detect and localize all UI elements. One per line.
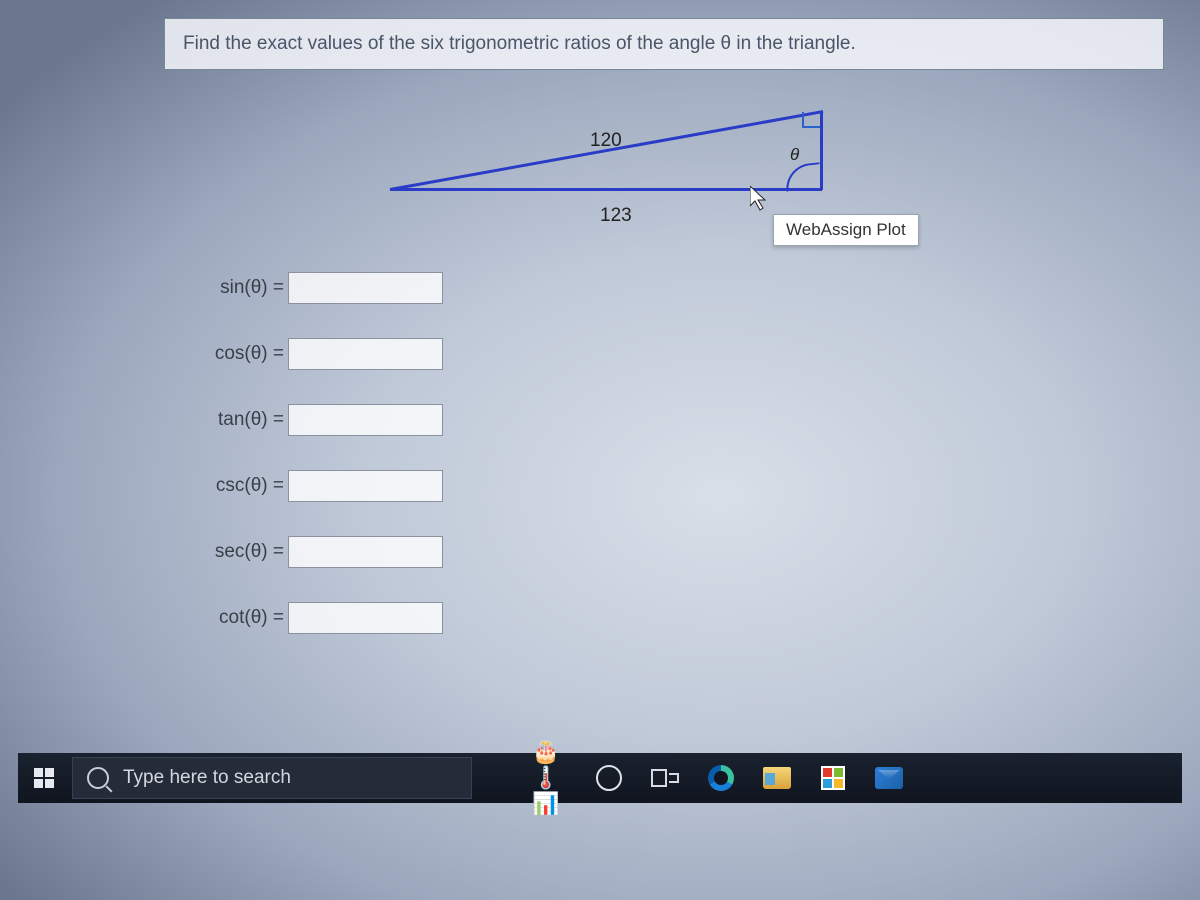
answer-input-csc[interactable]	[288, 470, 443, 502]
triangle-figure: 120 123 θ WebAssign Plot	[380, 110, 940, 250]
question-prompt: Find the exact values of the six trigono…	[183, 33, 856, 54]
start-button[interactable]	[18, 753, 70, 803]
answer-input-sec[interactable]	[288, 536, 443, 568]
answer-row-sin: sin(θ) =	[184, 268, 443, 308]
taskbar: Type here to search 🎂🌡️📊	[18, 753, 1182, 803]
answer-label: tan(θ) =	[184, 409, 288, 431]
search-placeholder: Type here to search	[123, 767, 291, 789]
answer-input-tan[interactable]	[288, 404, 443, 436]
angle-theta-label: θ	[790, 145, 799, 165]
search-icon	[87, 767, 109, 789]
answer-input-cot[interactable]	[288, 602, 443, 634]
figure-tooltip: WebAssign Plot	[773, 214, 919, 246]
answer-row-cos: cos(θ) =	[184, 334, 443, 374]
answer-row-csc: csc(θ) =	[184, 466, 443, 506]
answer-label: sin(θ) =	[184, 277, 288, 299]
windows-logo-icon	[34, 768, 54, 788]
taskbar-search[interactable]: Type here to search	[72, 757, 472, 799]
answer-row-cot: cot(θ) =	[184, 598, 443, 638]
task-view-icon[interactable]	[644, 757, 686, 799]
answer-row-tan: tan(θ) =	[184, 400, 443, 440]
right-angle-mark-icon	[802, 112, 820, 128]
base-label: 123	[600, 205, 632, 227]
triangle-shape: 120 123 θ	[390, 110, 820, 200]
answer-input-cos[interactable]	[288, 338, 443, 370]
taskbar-icons: 🎂🌡️📊	[532, 757, 910, 799]
emoji-widget-icon[interactable]: 🎂🌡️📊	[532, 757, 574, 799]
answer-row-sec: sec(θ) =	[184, 532, 443, 572]
answer-label: sec(θ) =	[184, 541, 288, 563]
answer-input-sin[interactable]	[288, 272, 443, 304]
answers-block: sin(θ) = cos(θ) = tan(θ) = csc(θ) = sec(…	[184, 268, 443, 664]
answer-label: cos(θ) =	[184, 343, 288, 365]
hypotenuse-label: 120	[590, 130, 622, 152]
cortana-icon[interactable]	[588, 757, 630, 799]
file-explorer-icon[interactable]	[756, 757, 798, 799]
mail-icon[interactable]	[868, 757, 910, 799]
theta-arc-icon	[784, 162, 823, 192]
question-panel: Find the exact values of the six trigono…	[80, 0, 1170, 730]
question-box: Find the exact values of the six trigono…	[164, 18, 1164, 70]
edge-browser-icon[interactable]	[700, 757, 742, 799]
answer-label: csc(θ) =	[184, 475, 288, 497]
answer-label: cot(θ) =	[184, 607, 288, 629]
microsoft-store-icon[interactable]	[812, 757, 854, 799]
